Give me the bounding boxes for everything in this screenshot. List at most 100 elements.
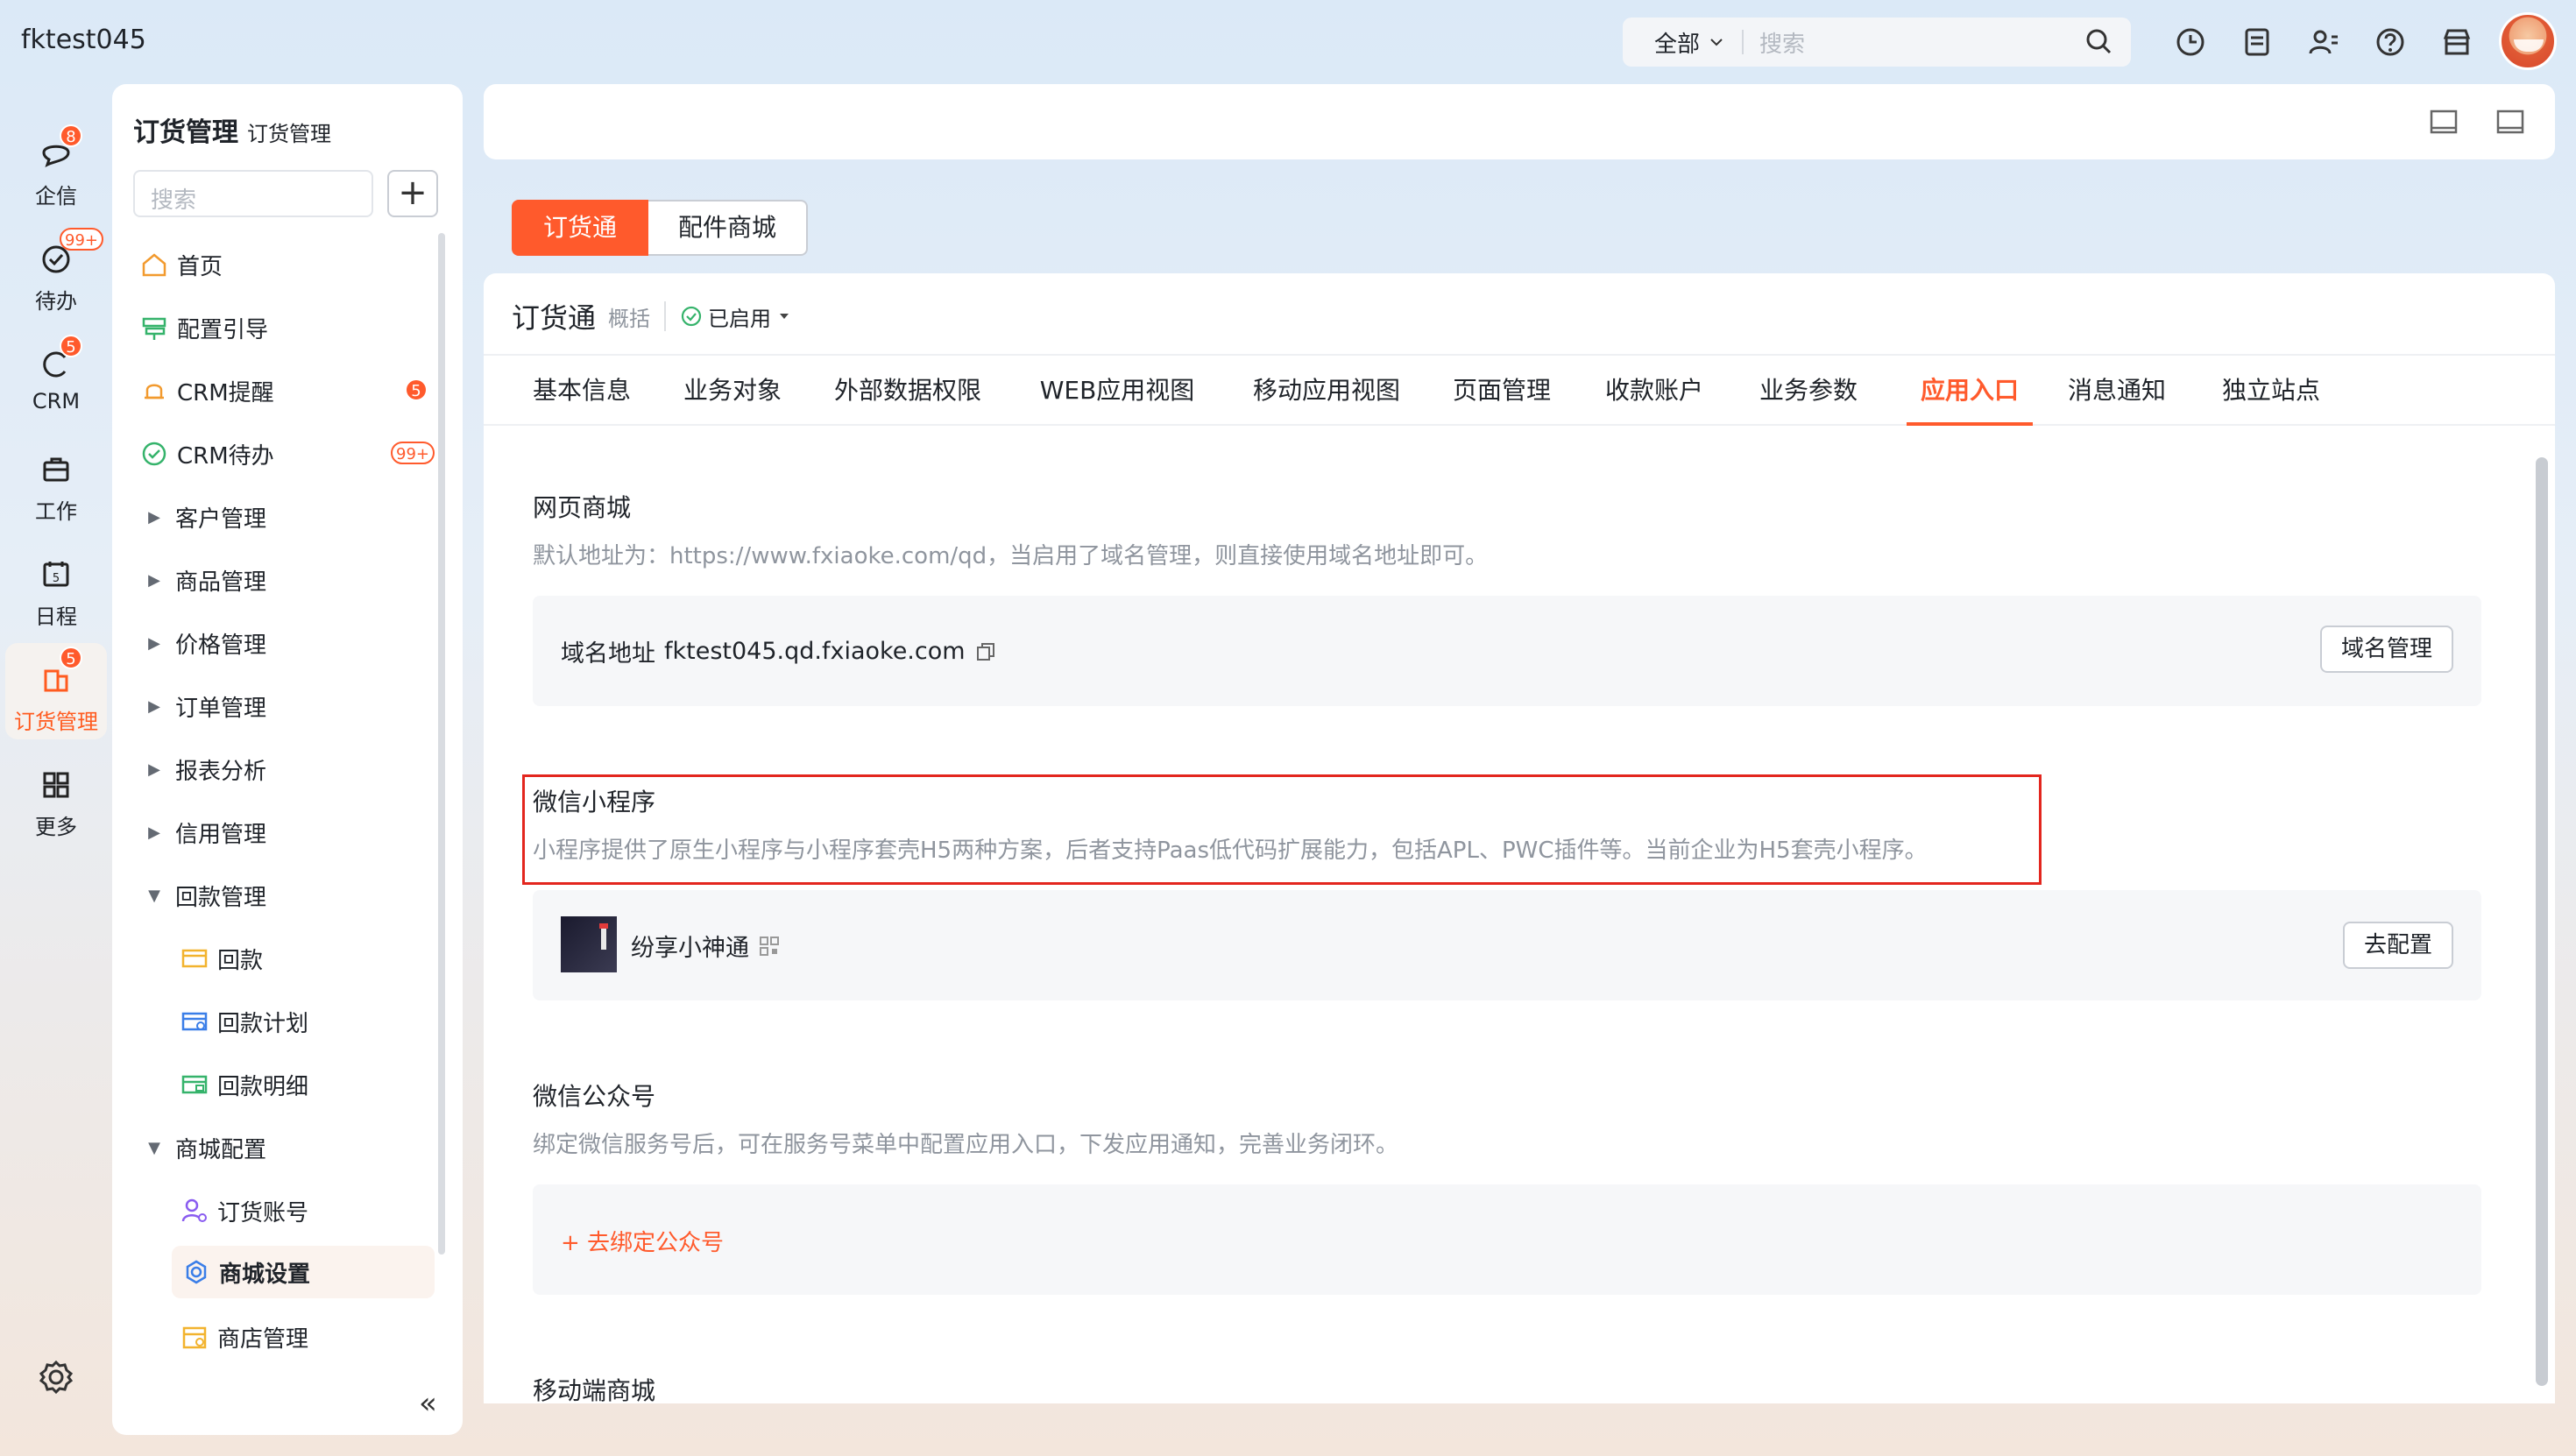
rail-item-work[interactable]: 工作 [0,433,112,529]
mini-program-box: 纷享小神通 去配置 [533,890,2481,1000]
rail-label: 订货管理 [14,710,98,734]
search-input[interactable]: 搜索 [1744,26,2082,59]
notes-icon[interactable] [2240,25,2275,60]
settings-gear-icon[interactable] [37,1358,75,1396]
window-layout-icon[interactable] [2429,109,2459,135]
sidebar-item-crm-reminder[interactable]: CRM提醒 5 [138,364,436,417]
sidebar-item-order-account[interactable]: 订货账号 [179,1184,438,1237]
app-rail: 企信 8 待办 99+ CRM 5 工作 5 日程 订货管理 5 更多 [0,82,112,1456]
segment-dinghuotong[interactable]: 订货通 [512,200,649,256]
caret-right-icon: ▶ [148,760,160,779]
sidebar-item-label: 订货账号 [217,1199,309,1226]
rail-item-more[interactable]: 更多 [0,748,112,845]
sidebar-item-config-guide[interactable]: 配置引导 [138,301,436,354]
tab-app-entry[interactable]: 应用入口 [1907,356,2033,426]
sidebar-title: 订货管理 订货管理 [133,117,331,148]
main-scrollbar[interactable] [2536,457,2548,1386]
search-icon[interactable] [2082,25,2117,60]
rail-item-calendar[interactable]: 5 日程 [0,538,112,634]
tab-business-params[interactable]: 业务参数 [1759,356,1858,426]
bind-official-account-link[interactable]: + 去绑定公众号 [561,1225,724,1257]
settings-gear-icon [186,1260,207,1284]
sidebar-item-payment-detail[interactable]: 回款明细 [179,1058,438,1111]
rail-label: 工作 [35,499,77,524]
tab-message-notify[interactable]: 消息通知 [2068,356,2166,426]
svg-text:5: 5 [53,572,60,585]
mobile-mall-title: 移动端商城 [533,1376,656,1403]
global-search[interactable]: 全部 搜索 [1623,18,2131,67]
user-avatar[interactable] [2499,12,2557,70]
sidebar-item-report[interactable]: ▶ 报表分析 [138,743,436,795]
app-segment-switch: 订货通 配件商城 [512,200,809,256]
sidebar-item-label: 回款管理 [175,884,267,911]
sidebar-item-shop-manage[interactable]: 商店管理 [179,1311,438,1363]
search-scope-dropdown[interactable]: 全部 [1623,26,1742,59]
crm-todo-count: 99+ [391,442,435,464]
sidebar-item-label: 信用管理 [175,821,267,848]
segment-parts-mall[interactable]: 配件商城 [648,200,809,256]
history-clock-icon[interactable] [2173,25,2208,60]
tab-web-app-view[interactable]: WEB应用视图 [1034,356,1200,426]
tab-page-manage[interactable]: 页面管理 [1453,356,1551,426]
help-icon[interactable] [2373,25,2408,60]
fullscreen-icon[interactable] [2495,109,2525,135]
highlight-frame [522,774,2042,885]
sidebar-search-input[interactable]: 搜索 [133,170,373,217]
sidebar-item-mall-settings[interactable]: 商城设置 [172,1246,435,1298]
sidebar-item-label: 配置引导 [177,316,269,343]
sidebar-item-label: 订单管理 [175,695,267,722]
copy-icon[interactable] [974,640,997,663]
sidebar-item-crm-todo[interactable]: CRM待办 99+ [138,428,436,480]
domain-address: 域名地址 fktest045.qd.fxiaoke.com [561,634,997,668]
caret-right-icon: ▶ [148,633,160,653]
sidebar-item-order[interactable]: ▶ 订单管理 [138,680,436,732]
rail-label: 日程 [35,604,77,629]
sidebar-item-mall-config[interactable]: ▼ 商城配置 [138,1121,436,1174]
sidebar-item-payment-plan[interactable]: 回款计划 [179,995,438,1048]
store-icon[interactable] [2439,25,2474,60]
domain-manage-button[interactable]: 域名管理 [2320,626,2454,673]
sidebar-item-price[interactable]: ▶ 价格管理 [138,617,436,669]
sidebar-item-product[interactable]: ▶ 商品管理 [138,554,436,606]
tab-standalone-site[interactable]: 独立站点 [2222,356,2320,426]
rail-item-qixin[interactable]: 企信 8 [0,117,112,214]
sidebar-item-label: 回款明细 [217,1073,309,1100]
sidebar-item-label: 回款计划 [217,1010,309,1037]
sidebar-collapse-button[interactable]: « [419,1386,437,1421]
contacts-icon[interactable] [2306,25,2341,60]
web-mall-desc: 默认地址为：https://www.fxiaoke.com/qd，当启用了域名管… [533,543,1489,569]
sidebar-item-label: 报表分析 [175,758,267,785]
sidebar-item-credit[interactable]: ▶ 信用管理 [138,806,436,859]
sidebar-item-payment-manage[interactable]: ▼ 回款管理 [138,869,436,922]
mini-program-app: 纷享小神通 [631,929,781,963]
tab-basic-info[interactable]: 基本信息 [533,356,631,426]
sidebar-item-label: 回款 [217,947,264,974]
tab-external-data-permission[interactable]: 外部数据权限 [834,356,981,426]
signpost-icon [142,317,166,340]
calendar-icon: 5 [43,562,69,587]
sidebar-item-label: 商店管理 [217,1325,309,1353]
sidebar-item-customer[interactable]: ▶ 客户管理 [138,491,436,543]
sidebar-item-payment[interactable]: 回款 [179,932,438,985]
tab-business-object[interactable]: 业务对象 [683,356,782,426]
app-summary-link[interactable]: 概括 [608,301,650,332]
sidebar-item-home[interactable]: 首页 [138,238,436,291]
rail-item-todo[interactable]: 待办 99+ [0,223,112,319]
sidebar-scrollbar[interactable] [438,233,445,1255]
payment-card-icon [181,949,208,968]
official-account-desc: 绑定微信服务号后，可在服务号菜单中配置应用入口，下发应用通知，完善业务闭环。 [533,1132,1399,1158]
qrcode-icon[interactable] [758,935,781,958]
top-bar: fktest045 全部 搜索 [0,0,2576,82]
app-status-dropdown[interactable]: 已启用 [680,301,792,332]
caret-down-icon: ▼ [148,1138,160,1157]
sidebar-add-button[interactable]: + [387,170,438,217]
rail-item-crm[interactable]: CRM 5 [0,328,112,424]
go-configure-button[interactable]: 去配置 [2343,922,2454,969]
app-status-label: 已启用 [708,306,772,331]
rail-label: 待办 [35,289,77,314]
sidebar-item-label: CRM待办 [177,442,274,470]
tab-mobile-app-view[interactable]: 移动应用视图 [1253,356,1400,426]
tab-payment-account[interactable]: 收款账户 [1605,356,1703,426]
rail-badge: 5 [60,647,82,669]
rail-item-order-manage[interactable]: 订货管理 5 [5,643,107,739]
